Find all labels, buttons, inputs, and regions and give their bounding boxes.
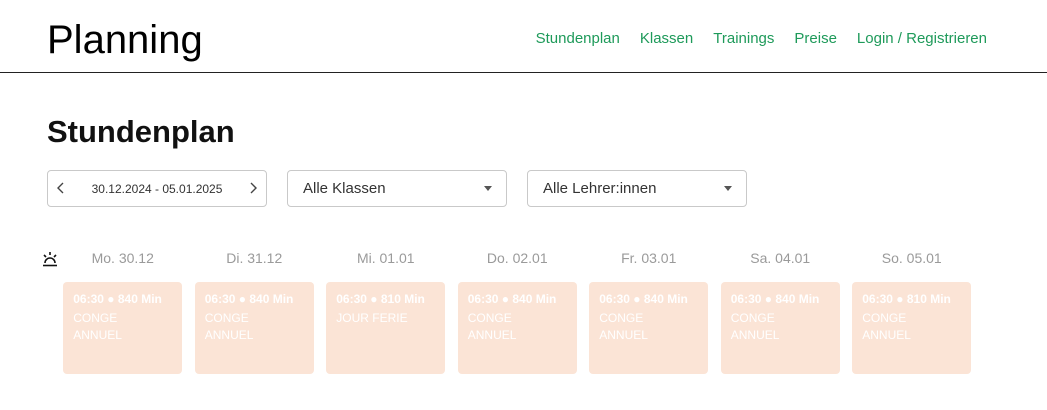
day-column: Do. 02.01 06:30 ● 840 Min CONGE ANNUEL <box>452 249 584 374</box>
card-time: 06:30 ● 840 Min <box>599 292 688 306</box>
date-range-value[interactable]: 30.12.2024 - 05.01.2025 <box>92 182 223 196</box>
day-label: Di. 31.12 <box>226 250 283 266</box>
schedule-card[interactable]: 06:30 ● 840 Min CONGE ANNUEL <box>194 282 314 374</box>
chevron-left-icon[interactable] <box>56 181 66 197</box>
page-title: Stundenplan <box>47 114 235 149</box>
day-label: Sa. 04.01 <box>750 250 811 266</box>
teachers-select[interactable]: Alle Lehrer:innen <box>527 170 747 207</box>
teachers-select-value: Alle Lehrer:innen <box>543 180 657 197</box>
schedule-card[interactable]: 06:30 ● 810 Min JOUR FERIE <box>326 282 446 374</box>
card-description: CONGE ANNUEL <box>73 311 122 342</box>
card-time: 06:30 ● 840 Min <box>73 292 162 306</box>
day-column: Di. 31.12 06:30 ● 840 Min CONGE ANNUEL <box>189 249 321 374</box>
day-column: So. 05.01 06:30 ● 810 Min CONGE ANNUEL <box>846 249 978 374</box>
classes-select[interactable]: Alle Klassen <box>287 170 507 207</box>
card-time: 06:30 ● 840 Min <box>730 292 820 306</box>
card-time: 06:30 ● 810 Min <box>862 292 951 306</box>
card-description: CONGE ANNUEL <box>467 311 517 342</box>
chevron-down-icon <box>724 186 732 191</box>
week-schedule: Mo. 30.12 06:30 ● 840 Min CONGE ANNUEL D… <box>57 249 978 374</box>
day-label: Mi. 01.01 <box>356 250 415 266</box>
nav-preise[interactable]: Preise <box>794 30 837 48</box>
card-time: 06:30 ● 840 Min <box>204 292 294 306</box>
day-label: Do. 02.01 <box>486 250 548 266</box>
card-description: CONGE ANNUEL <box>204 311 254 342</box>
classes-select-value: Alle Klassen <box>303 180 386 197</box>
card-description: CONGE ANNUEL <box>862 311 911 342</box>
day-label: So. 05.01 <box>881 250 942 266</box>
day-column: Fr. 03.01 06:30 ● 840 Min CONGE ANNUEL <box>583 249 715 374</box>
schedule-card[interactable]: 06:30 ● 810 Min CONGE ANNUEL <box>852 282 972 374</box>
site-header: Planning Stundenplan Klassen Trainings P… <box>0 0 1047 73</box>
day-column: Mo. 30.12 06:30 ● 840 Min CONGE ANNUEL <box>57 249 189 374</box>
chevron-down-icon <box>484 186 492 191</box>
date-range-picker: 30.12.2024 - 05.01.2025 <box>47 170 267 207</box>
day-column: Mi. 01.01 06:30 ● 810 Min JOUR FERIE <box>320 249 452 374</box>
card-time: 06:30 ● 810 Min <box>336 292 425 306</box>
chevron-right-icon[interactable] <box>248 181 258 197</box>
schedule-card[interactable]: 06:30 ● 840 Min CONGE ANNUEL <box>589 282 709 374</box>
day-label: Mo. 30.12 <box>91 250 154 266</box>
nav-trainings[interactable]: Trainings <box>713 30 774 48</box>
schedule-card[interactable]: 06:30 ● 840 Min CONGE ANNUEL <box>457 282 577 374</box>
card-description: JOUR FERIE <box>336 311 408 325</box>
schedule-card[interactable]: 06:30 ● 840 Min CONGE ANNUEL <box>63 282 183 374</box>
card-description: CONGE ANNUEL <box>599 311 648 342</box>
main-nav: Stundenplan Klassen Trainings Preise Log… <box>536 30 987 48</box>
schedule-card[interactable]: 06:30 ● 840 Min CONGE ANNUEL <box>720 282 840 374</box>
nav-klassen[interactable]: Klassen <box>640 30 693 48</box>
card-description: CONGE ANNUEL <box>730 311 780 342</box>
nav-login-register[interactable]: Login / Registrieren <box>857 30 987 48</box>
day-label: Fr. 03.01 <box>621 250 677 266</box>
brand-logo[interactable]: Planning <box>47 17 203 63</box>
nav-stundenplan[interactable]: Stundenplan <box>536 30 620 48</box>
day-column: Sa. 04.01 06:30 ● 840 Min CONGE ANNUEL <box>715 249 847 374</box>
card-time: 06:30 ● 840 Min <box>467 292 557 306</box>
